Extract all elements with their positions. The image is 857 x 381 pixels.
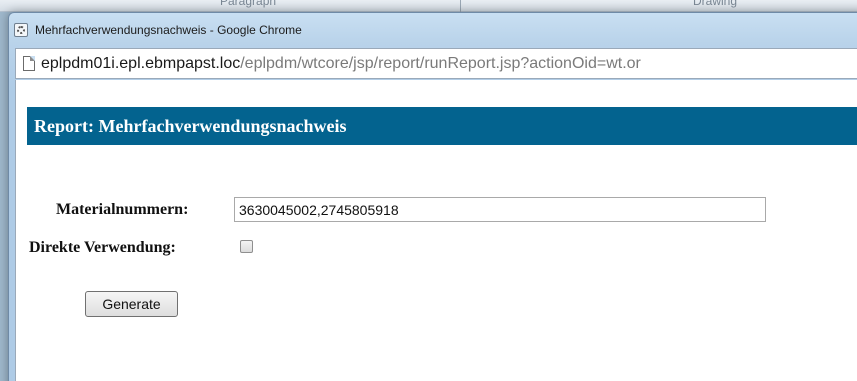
material-numbers-input[interactable] bbox=[234, 197, 766, 222]
background-app-toolbar: Paragraph Drawing bbox=[0, 0, 857, 12]
address-bar[interactable]: eplpdm01i.epl.ebmpapst.loc/eplpdm/wtcore… bbox=[15, 48, 857, 79]
report-title: Report: Mehrfachverwendungsnachweis bbox=[34, 116, 347, 136]
window-title: Mehrfachverwendungsnachweis - Google Chr… bbox=[35, 23, 302, 37]
report-header: Report: Mehrfachverwendungsnachweis bbox=[27, 107, 857, 145]
background-tab-drawing: Drawing bbox=[693, 0, 738, 8]
chrome-app-icon bbox=[14, 23, 28, 37]
window-titlebar[interactable]: Mehrfachverwendungsnachweis - Google Chr… bbox=[9, 13, 857, 47]
background-separator bbox=[460, 0, 461, 12]
chrome-popup-window: Mehrfachverwendungsnachweis - Google Chr… bbox=[8, 12, 857, 381]
background-tab-paragraph: Paragraph bbox=[220, 0, 277, 8]
url-path: /eplpdm/wtcore/jsp/report/runReport.jsp?… bbox=[240, 55, 641, 72]
page-icon bbox=[23, 56, 35, 71]
direct-usage-label: Direkte Verwendung: bbox=[29, 239, 176, 256]
material-numbers-label: Materialnummern: bbox=[56, 201, 189, 218]
direct-usage-checkbox[interactable] bbox=[240, 240, 253, 253]
generate-button[interactable]: Generate bbox=[85, 291, 178, 317]
url-host: eplpdm01i.epl.ebmpapst.loc bbox=[41, 55, 241, 72]
url-text[interactable]: eplpdm01i.epl.ebmpapst.loc/eplpdm/wtcore… bbox=[41, 55, 641, 73]
page-content: Report: Mehrfachverwendungsnachweis Mate… bbox=[15, 80, 857, 381]
